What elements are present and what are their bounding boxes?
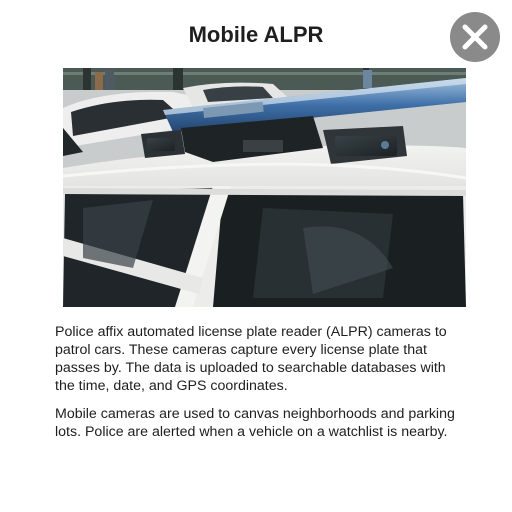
close-button[interactable] [450, 12, 500, 62]
dialog-title: Mobile ALPR [188, 22, 324, 47]
patrol-car-image [63, 68, 466, 307]
description-paragraph-2: Mobile cameras are used to canvas neighb… [55, 406, 455, 440]
description-paragraph-1: Police affix automated license plate rea… [55, 324, 447, 394]
patrol-car-alpr-photo [63, 68, 466, 307]
close-icon [462, 24, 488, 50]
